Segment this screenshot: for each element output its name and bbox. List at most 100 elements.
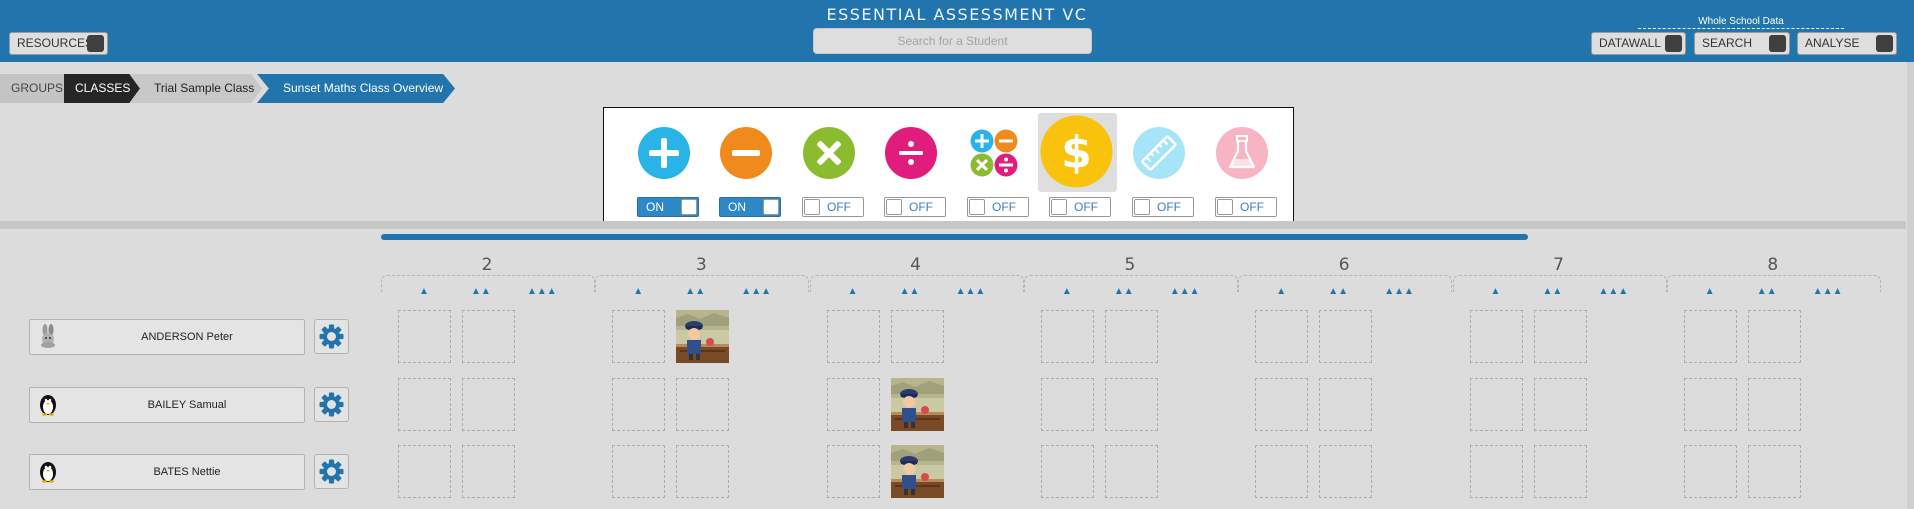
progress-cell[interactable] (1747, 445, 1801, 498)
strand-division[interactable]: OFF (870, 108, 952, 225)
strand-statistics[interactable]: OFF (1201, 108, 1283, 225)
progress-cell[interactable] (1683, 378, 1737, 431)
progress-cell[interactable] (1104, 310, 1158, 363)
division-icon[interactable] (885, 127, 937, 179)
strand-multiplication[interactable]: OFF (788, 108, 870, 225)
progress-cell[interactable] (1255, 378, 1309, 431)
strand-switch-money[interactable]: OFF (1049, 197, 1111, 217)
money-icon[interactable]: $ (1040, 115, 1113, 188)
progress-cell[interactable] (890, 310, 944, 363)
progress-cell[interactable] (826, 445, 880, 498)
progress-cell[interactable] (1255, 445, 1309, 498)
mixed-operations-icon[interactable] (968, 127, 1020, 179)
progress-cell[interactable] (1533, 445, 1587, 498)
progress-cell[interactable] (1104, 445, 1158, 498)
progress-cell[interactable] (1469, 445, 1523, 498)
student-settings-button[interactable] (314, 319, 349, 354)
strand-switch-subtraction[interactable]: ON (719, 197, 781, 217)
strand-switch-mixed-operations[interactable]: OFF (967, 197, 1029, 217)
gear-icon[interactable] (315, 320, 348, 353)
sublevel-marker: ▲ (633, 286, 644, 297)
progress-cell[interactable] (1533, 378, 1587, 431)
progress-cell[interactable] (1747, 378, 1801, 431)
progress-cell[interactable] (1040, 310, 1094, 363)
multiplication-icon[interactable] (803, 127, 855, 179)
sublevel-marker: ▲ (419, 286, 429, 297)
breadcrumb-classes[interactable]: CLASSES (64, 74, 140, 103)
progress-cell[interactable] (1683, 445, 1737, 498)
progress-cell[interactable] (1040, 378, 1094, 431)
strand-money[interactable]: $ OFF (1035, 108, 1117, 225)
analyse-knob (1876, 35, 1893, 52)
progress-cell[interactable] (612, 445, 666, 498)
progress-cell[interactable] (462, 445, 515, 498)
search-toggle[interactable]: SEARCH (1694, 32, 1790, 55)
sublevel-marker: ▲ (1704, 286, 1715, 297)
strand-mixed-operations[interactable]: OFF (953, 108, 1035, 225)
strand-subtraction[interactable]: ON (705, 108, 787, 225)
progress-cell[interactable] (612, 310, 666, 363)
analyse-toggle[interactable]: ANALYSE (1797, 32, 1897, 55)
progress-cell[interactable] (826, 378, 880, 431)
progress-cell[interactable] (676, 378, 730, 431)
progress-cell[interactable] (826, 310, 880, 363)
addition-icon[interactable] (638, 127, 690, 179)
student-search-input[interactable]: Search for a Student (813, 28, 1092, 54)
progress-cell[interactable] (398, 378, 451, 431)
switch-knob (681, 199, 697, 215)
strand-addition[interactable]: ON (623, 108, 705, 225)
strand-switch-statistics[interactable]: OFF (1215, 197, 1277, 217)
level-number: 7 (1553, 255, 1564, 275)
strand-switch-division[interactable]: OFF (884, 197, 946, 217)
student-settings-button[interactable] (314, 454, 349, 489)
progress-cell[interactable] (1040, 445, 1094, 498)
strand-switch-addition[interactable]: ON (637, 197, 699, 217)
student-name-card[interactable]: BAILEY Samual (29, 387, 305, 423)
progress-cell[interactable] (1319, 378, 1373, 431)
gear-icon[interactable] (315, 455, 348, 488)
student-name-card[interactable]: BATES Nettie (29, 454, 305, 490)
level-number: 2 (481, 255, 493, 275)
progress-cell[interactable] (462, 310, 515, 363)
vertical-scrollbar[interactable] (1907, 62, 1914, 509)
switch-state: ON (728, 200, 746, 214)
student-settings-button[interactable] (314, 387, 349, 422)
progress-cell[interactable] (1469, 310, 1523, 363)
progress-cell[interactable] (1533, 310, 1587, 363)
progress-cell[interactable] (1319, 445, 1373, 498)
subtraction-icon[interactable] (720, 127, 772, 179)
progress-cell[interactable] (398, 310, 451, 363)
student-character-icon[interactable] (676, 310, 730, 363)
progress-cell[interactable] (462, 378, 515, 431)
strand-switch-multiplication[interactable]: OFF (802, 197, 864, 217)
student-name-card[interactable]: ANDERSON Peter (29, 319, 305, 355)
progress-cell[interactable] (1747, 310, 1801, 363)
search-label: SEARCH (1702, 36, 1753, 50)
progress-cell[interactable] (1104, 378, 1158, 431)
progress-cell[interactable] (1469, 378, 1523, 431)
progress-cell[interactable] (676, 445, 730, 498)
flask-icon[interactable] (1216, 127, 1268, 179)
breadcrumb-groups[interactable]: GROUPS (0, 74, 66, 103)
switch-knob (804, 199, 820, 215)
breadcrumb-class[interactable]: Trial Sample Class (130, 74, 262, 103)
sublevel-marker: ▲▲▲ (527, 286, 557, 297)
resources-toggle[interactable]: RESOURCES (9, 32, 108, 55)
progress-cell[interactable] (1255, 310, 1309, 363)
progress-cell[interactable] (1319, 310, 1373, 363)
progress-cell[interactable] (398, 445, 451, 498)
progress-cell[interactable] (612, 378, 666, 431)
switch-knob (1051, 199, 1067, 215)
sublevel-marker: ▲▲ (1328, 286, 1348, 297)
horizontal-scroll-bar[interactable] (381, 234, 1528, 240)
student-character-icon[interactable] (890, 378, 944, 431)
gear-icon[interactable] (315, 388, 348, 421)
strand-measurement[interactable]: OFF (1118, 108, 1200, 225)
student-character-icon[interactable] (890, 445, 944, 498)
level-number: 6 (1338, 255, 1350, 275)
datawall-toggle[interactable]: DATAWALL (1591, 32, 1686, 55)
measurement-ruler-icon[interactable] (1133, 127, 1185, 179)
breadcrumb-overview[interactable]: Sunset Maths Class Overview (257, 74, 455, 103)
progress-cell[interactable] (1683, 310, 1737, 363)
strand-switch-measurement[interactable]: OFF (1132, 197, 1194, 217)
